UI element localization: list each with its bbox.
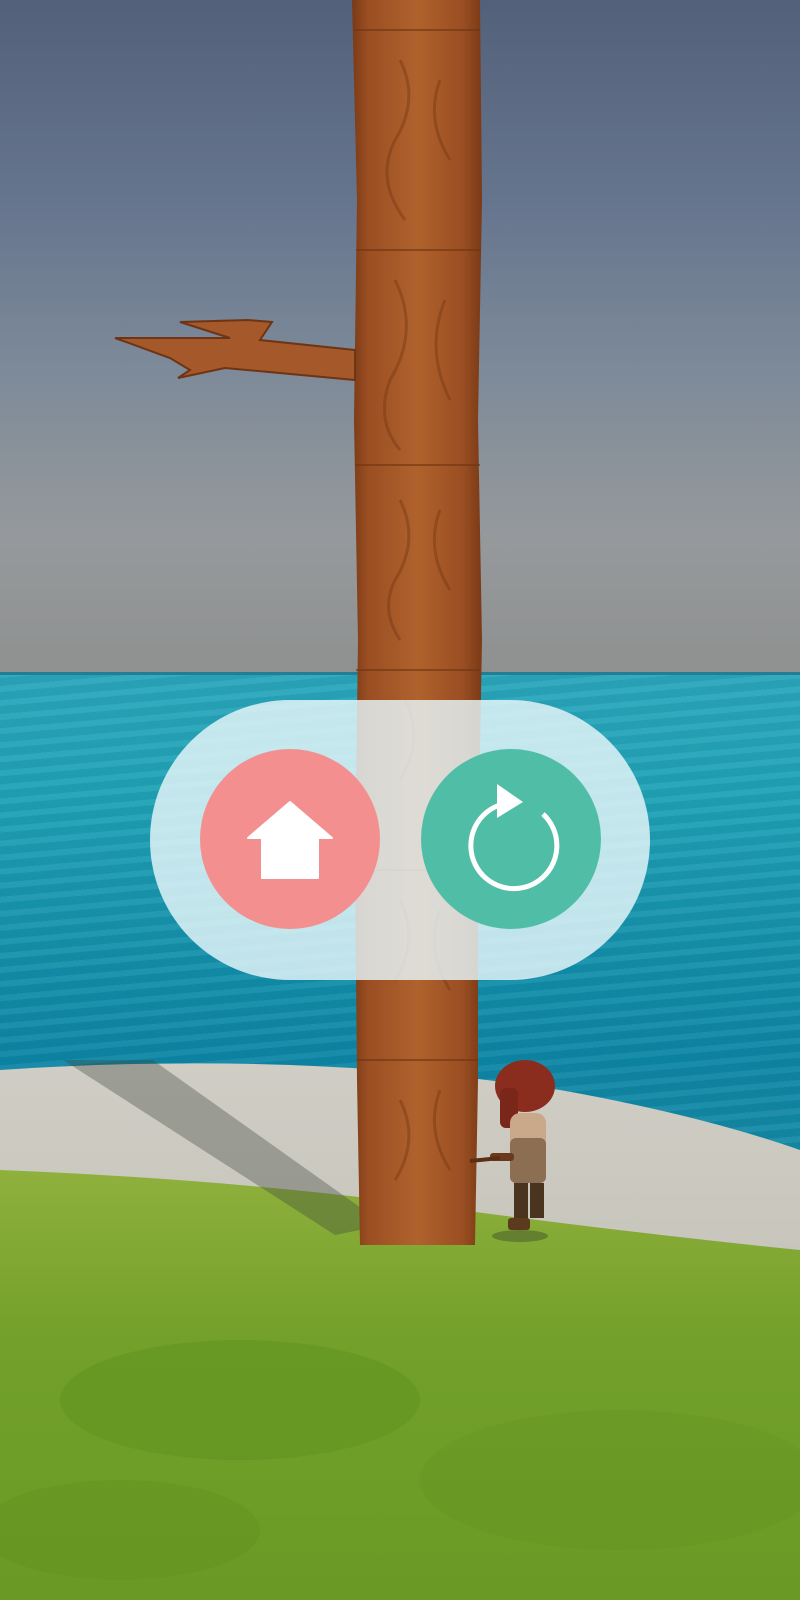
lumberjack-character xyxy=(470,1060,555,1242)
home-icon xyxy=(247,801,333,879)
home-button[interactable] xyxy=(200,749,380,929)
restart-button[interactable] xyxy=(421,749,601,929)
restart-icon xyxy=(468,784,560,892)
